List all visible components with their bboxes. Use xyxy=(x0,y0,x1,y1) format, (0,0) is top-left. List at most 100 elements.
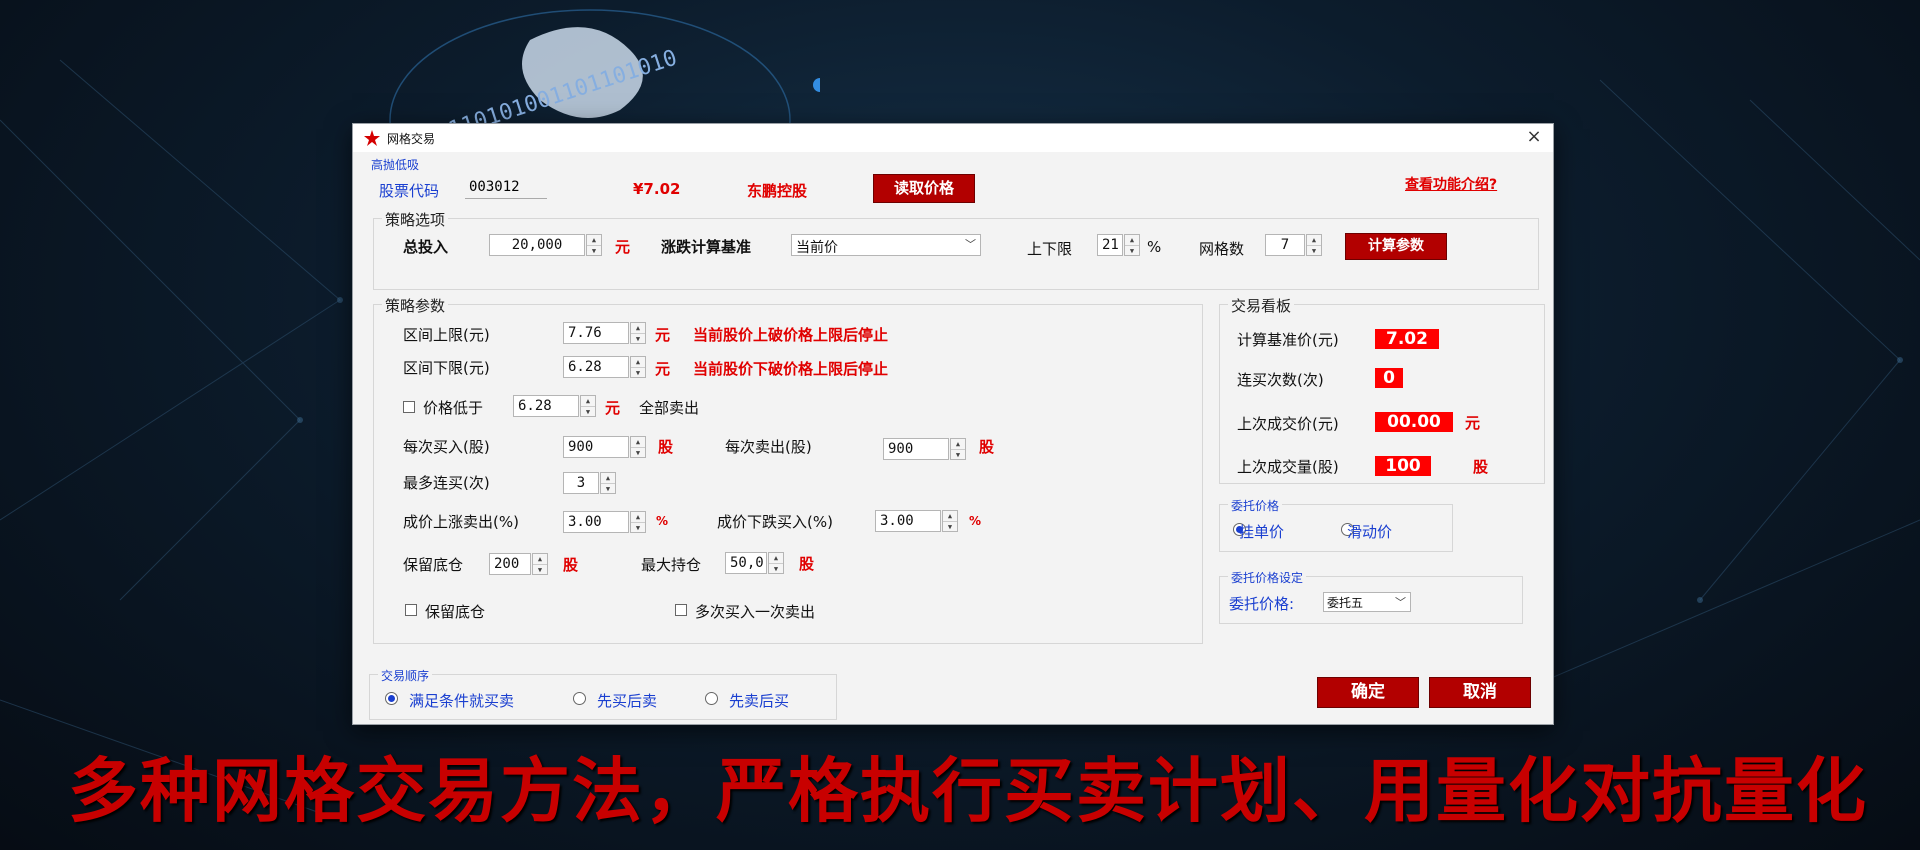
rise-sell-spinner[interactable]: ▲ ▼ xyxy=(630,511,646,533)
spin-down-icon[interactable]: ▼ xyxy=(631,448,645,458)
lower-limit-value: 6.28 xyxy=(568,359,602,375)
rise-sell-label: 成价上涨卖出(%) xyxy=(403,513,519,531)
lower-limit-label: 区间下限(元) xyxy=(403,359,490,377)
spin-up-icon[interactable]: ▲ xyxy=(1307,235,1321,246)
promo-banner: 多种网格交易方法，严格执行买卖计划、用量化对抗量化 xyxy=(68,749,1868,832)
spin-down-icon[interactable]: ▼ xyxy=(951,450,965,460)
slide-price-label: 滑动价 xyxy=(1347,523,1393,541)
fall-buy-label: 成价下跌买入(%) xyxy=(717,513,833,531)
price-below-spinner[interactable]: ▲ ▼ xyxy=(580,395,596,417)
trade-order-radio-1[interactable] xyxy=(385,692,398,705)
strategy-params-group: 策略参数 xyxy=(373,295,1203,644)
rise-sell-unit: % xyxy=(656,514,669,528)
multi-buy-label: 多次买入一次卖出 xyxy=(695,603,816,621)
spin-up-icon[interactable]: ▲ xyxy=(769,553,783,564)
last-price-unit: 元 xyxy=(1465,414,1481,432)
help-link[interactable]: 查看功能介绍? xyxy=(1405,174,1497,194)
grid-count-label: 网格数 xyxy=(1199,240,1245,258)
sell-each-spinner[interactable]: ▲ ▼ xyxy=(950,438,966,460)
price-below-checkbox[interactable] xyxy=(403,401,415,413)
spin-up-icon[interactable]: ▲ xyxy=(601,473,615,484)
spin-up-icon[interactable]: ▲ xyxy=(631,512,645,523)
spin-down-icon[interactable]: ▼ xyxy=(581,407,595,417)
spin-up-icon[interactable]: ▲ xyxy=(951,439,965,450)
read-price-button[interactable]: 读取价格 xyxy=(873,174,975,203)
grid-count-input[interactable]: 7 ▲ ▼ xyxy=(1265,234,1322,256)
sell-each-input[interactable]: 900 ▲ ▼ xyxy=(883,438,966,460)
mode-label: 高抛低吸 xyxy=(371,158,420,172)
max-hold-spinner[interactable]: ▲ ▼ xyxy=(768,552,784,574)
order-price-title: 委托价格 xyxy=(1228,497,1283,514)
trade-order-label-3: 先卖后买 xyxy=(729,692,790,710)
spin-down-icon[interactable]: ▼ xyxy=(631,334,645,344)
total-invest-input[interactable]: 20,000 ▲ ▼ xyxy=(489,234,602,256)
buy-each-input[interactable]: 900 ▲ ▼ xyxy=(563,436,646,458)
fall-buy-input[interactable]: 3.00 ▲ ▼ xyxy=(875,510,958,532)
spin-down-icon[interactable]: ▼ xyxy=(631,368,645,378)
basis-select[interactable]: 当前价 ﹀ xyxy=(791,234,981,256)
multi-buy-checkbox[interactable] xyxy=(675,604,687,616)
price-below-action: 全部卖出 xyxy=(639,399,700,417)
limit-unit: % xyxy=(1147,238,1162,256)
last-volume-label: 上次成交量(股) xyxy=(1237,458,1339,476)
spin-down-icon[interactable]: ▼ xyxy=(943,522,957,532)
keep-base-checkbox[interactable] xyxy=(405,604,417,616)
max-consec-spinner[interactable]: ▲ ▼ xyxy=(600,472,616,494)
spin-down-icon[interactable]: ▼ xyxy=(1125,246,1139,256)
last-price-label: 上次成交价(元) xyxy=(1237,415,1339,433)
spin-up-icon[interactable]: ▲ xyxy=(943,511,957,522)
max-hold-input[interactable]: 50,0 ▲ ▼ xyxy=(725,552,784,574)
buy-each-spinner[interactable]: ▲ ▼ xyxy=(630,436,646,458)
ok-button[interactable]: 确定 xyxy=(1317,677,1419,708)
upper-limit-input[interactable]: 7.76 ▲ ▼ xyxy=(563,322,646,344)
spin-up-icon[interactable]: ▲ xyxy=(1125,235,1139,246)
lower-limit-spinner[interactable]: ▲ ▼ xyxy=(630,356,646,378)
spin-down-icon[interactable]: ▼ xyxy=(1307,246,1321,256)
fall-buy-spinner[interactable]: ▲ ▼ xyxy=(942,510,958,532)
trade-order-radio-3[interactable] xyxy=(705,692,718,705)
upper-limit-spinner[interactable]: ▲ ▼ xyxy=(630,322,646,344)
order-price-select[interactable]: 委托五 ﹀ xyxy=(1323,592,1411,612)
dashboard-title: 交易看板 xyxy=(1228,295,1295,316)
lower-limit-input[interactable]: 6.28 ▲ ▼ xyxy=(563,356,646,378)
sell-each-value: 900 xyxy=(888,441,914,457)
close-button[interactable]: × xyxy=(1521,126,1547,150)
reserve-input[interactable]: 200 ▲ ▼ xyxy=(489,553,548,575)
rise-sell-input[interactable]: 3.00 ▲ ▼ xyxy=(563,511,646,533)
price-below-input[interactable]: 6.28 ▲ ▼ xyxy=(513,395,596,417)
limit-input[interactable]: 21 ▲ ▼ xyxy=(1097,234,1140,256)
spin-up-icon[interactable]: ▲ xyxy=(581,396,595,407)
spin-up-icon[interactable]: ▲ xyxy=(631,357,645,368)
spin-down-icon[interactable]: ▼ xyxy=(587,246,601,256)
reserve-spinner[interactable]: ▲ ▼ xyxy=(532,553,548,575)
spin-down-icon[interactable]: ▼ xyxy=(769,564,783,574)
total-invest-spinner[interactable]: ▲ ▼ xyxy=(586,234,602,256)
buy-each-value: 900 xyxy=(568,439,594,455)
limit-price-label: 挂单价 xyxy=(1239,523,1285,541)
spin-down-icon[interactable]: ▼ xyxy=(533,565,547,575)
calc-params-button[interactable]: 计算参数 xyxy=(1345,233,1447,260)
spin-up-icon[interactable]: ▲ xyxy=(533,554,547,565)
total-invest-value: 20,000 xyxy=(511,237,563,253)
spin-down-icon[interactable]: ▼ xyxy=(631,523,645,533)
reserve-value: 200 xyxy=(494,556,520,572)
stock-code-label: 股票代码 xyxy=(379,182,440,200)
stock-code-input[interactable]: 003012 xyxy=(465,177,547,199)
stock-price: ¥7.02 xyxy=(633,180,681,198)
limit-value: 21 xyxy=(1102,237,1119,253)
grid-count-spinner[interactable]: ▲ ▼ xyxy=(1306,234,1322,256)
spin-up-icon[interactable]: ▲ xyxy=(631,437,645,448)
cancel-button[interactable]: 取消 xyxy=(1429,677,1531,708)
max-consec-input[interactable]: 3 ▲ ▼ xyxy=(563,472,616,494)
consec-buy-label: 连买次数(次) xyxy=(1237,371,1324,389)
spin-up-icon[interactable]: ▲ xyxy=(587,235,601,246)
trade-order-radio-2[interactable] xyxy=(573,692,586,705)
grid-trading-dialog: 网格交易 × 高抛低吸 股票代码 003012 ¥7.02 东鹏控股 读取价格 … xyxy=(352,123,1554,725)
spin-up-icon[interactable]: ▲ xyxy=(631,323,645,334)
grid-count-value: 7 xyxy=(1280,237,1290,253)
limit-spinner[interactable]: ▲ ▼ xyxy=(1124,234,1140,256)
rise-sell-value: 3.00 xyxy=(568,514,602,530)
keep-base-label: 保留底仓 xyxy=(425,603,486,621)
spin-down-icon[interactable]: ▼ xyxy=(601,484,615,494)
sell-each-unit: 股 xyxy=(979,438,995,456)
